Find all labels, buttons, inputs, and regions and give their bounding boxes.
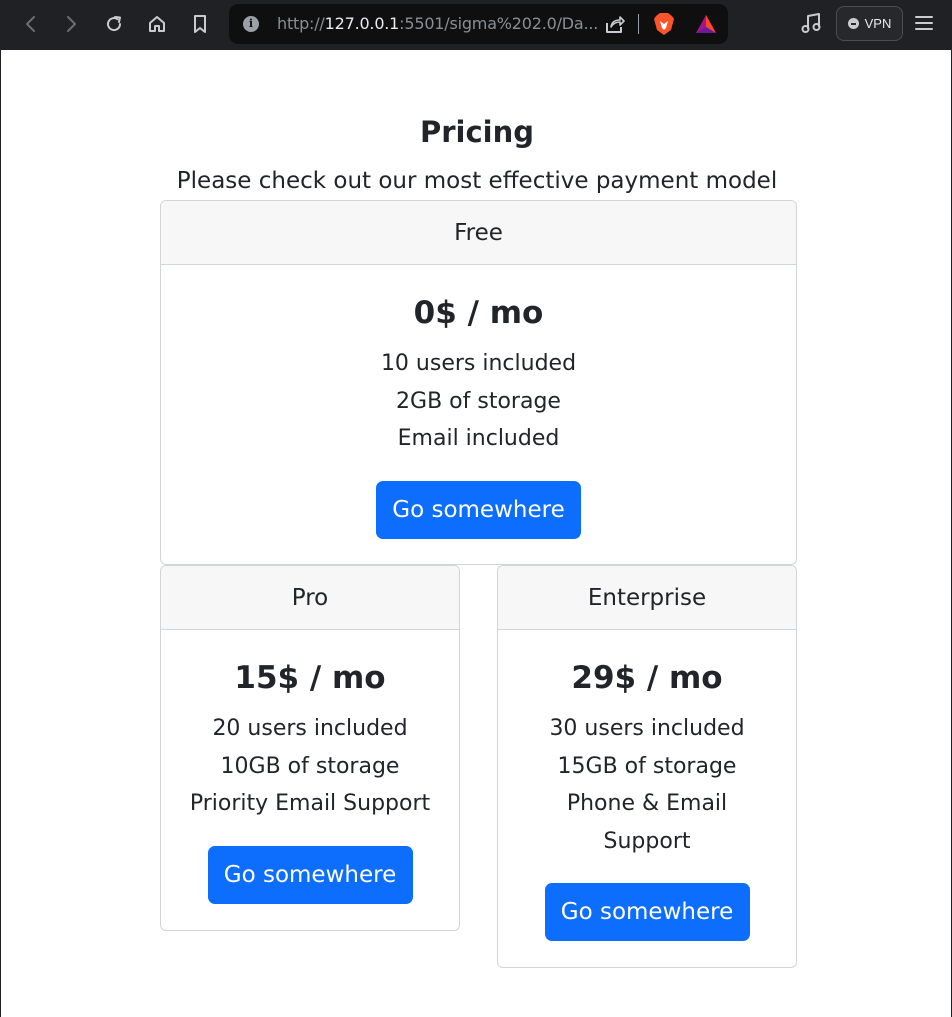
page-content: Pricing Please check out our most effect…: [0, 50, 952, 1017]
plan-name: Enterprise: [498, 566, 796, 630]
home-icon[interactable]: [142, 8, 172, 40]
feature-item: 30 users included: [549, 716, 745, 741]
feature-list: 10 users included 2GB of storage Email i…: [161, 345, 796, 458]
vpn-icon: [847, 18, 859, 29]
feature-item: Email included: [397, 426, 560, 451]
plan-name: Free: [161, 201, 796, 265]
feature-item: Priority Email Support: [189, 791, 431, 816]
browser-toolbar: i http://127.0.0.1:5501/sigma%202.0/Da..…: [0, 0, 952, 50]
url-divider: [638, 14, 639, 34]
vpn-button[interactable]: VPN: [836, 6, 903, 41]
plan-price: 15$ / mo: [234, 660, 386, 696]
feature-item: 20 users included: [212, 716, 408, 741]
pricing-card-free: Free 0$ / mo 10 users included 2GB of st…: [160, 200, 797, 565]
reload-icon[interactable]: [99, 8, 129, 40]
address-bar[interactable]: i http://127.0.0.1:5501/sigma%202.0/Da..…: [229, 4, 728, 44]
plan-price: 29$ / mo: [571, 660, 723, 696]
feature-item: Support: [603, 828, 691, 854]
music-icon[interactable]: [800, 12, 822, 38]
feature-item: 2GB of storage: [396, 388, 561, 414]
pricing-card-enterprise: Enterprise 29$ / mo 30 users included 15…: [497, 565, 797, 968]
go-somewhere-button[interactable]: Go somewhere: [207, 845, 413, 904]
plan-name: Pro: [161, 566, 459, 630]
feature-item: 10GB of storage: [220, 753, 400, 779]
page-title: Pricing: [419, 115, 535, 149]
menu-icon[interactable]: [914, 14, 934, 36]
forward-icon[interactable]: [56, 8, 86, 40]
feature-list: 20 users included 10GB of storage Priori…: [161, 710, 459, 823]
feature-item: Phone & Email: [566, 791, 728, 816]
page-subtitle: Please check out our most effective paym…: [176, 168, 778, 194]
share-icon[interactable]: [603, 14, 625, 38]
go-somewhere-button[interactable]: Go somewhere: [376, 480, 581, 539]
feature-item: 15GB of storage: [557, 753, 737, 779]
feature-list: 30 users included 15GB of storage Phone …: [498, 710, 796, 860]
brave-rewards-icon[interactable]: [695, 14, 717, 38]
info-icon[interactable]: i: [243, 16, 259, 32]
back-icon[interactable]: [16, 8, 46, 40]
plan-price: 0$ / mo: [413, 295, 544, 331]
vpn-label: VPN: [864, 16, 892, 31]
bookmark-icon[interactable]: [185, 8, 215, 40]
url-text[interactable]: http://127.0.0.1:5501/sigma%202.0/Da...: [277, 14, 599, 34]
feature-item: 10 users included: [380, 351, 577, 376]
go-somewhere-button[interactable]: Go somewhere: [544, 883, 750, 941]
pricing-card-pro: Pro 15$ / mo 20 users included 10GB of s…: [160, 565, 460, 931]
brave-shield-icon[interactable]: [653, 12, 675, 40]
